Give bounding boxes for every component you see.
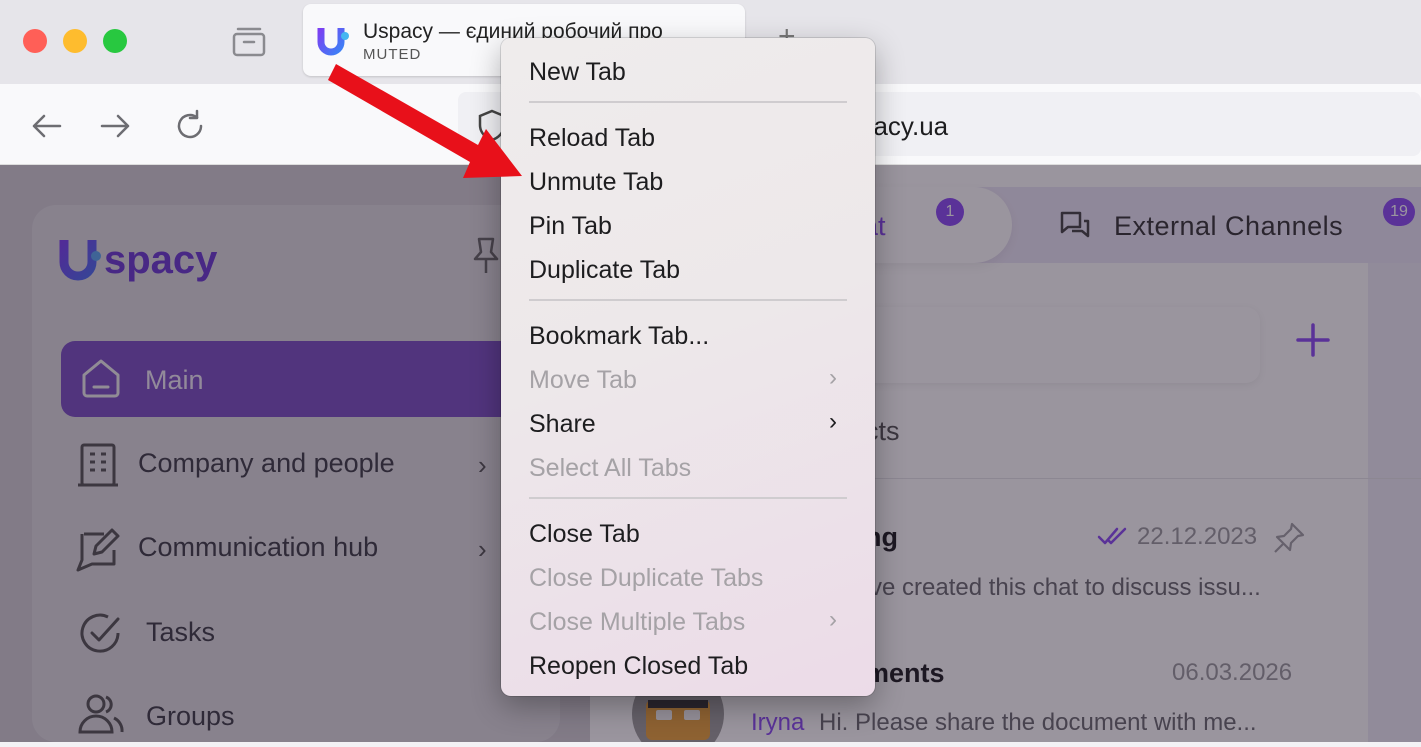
menu-item-duplicate-tab[interactable]: Duplicate Tab — [529, 256, 680, 285]
menu-item-select-all-tabs: Select All Tabs — [529, 454, 692, 482]
menu-item-pin-tab[interactable]: Pin Tab — [529, 212, 612, 241]
tab-muted-label: MUTED — [363, 46, 422, 63]
chevron-right-icon: › — [829, 408, 837, 435]
chevron-right-icon: › — [829, 364, 837, 391]
tab-context-menu: New Tab Reload Tab Unmute Tab Pin Tab Du… — [501, 38, 875, 696]
tab-overview-icon[interactable] — [231, 26, 267, 63]
menu-item-move-tab: Move Tab — [529, 366, 637, 394]
menu-separator — [529, 299, 847, 301]
menu-item-bookmark-tab[interactable]: Bookmark Tab... — [529, 322, 709, 351]
menu-item-unmute-tab[interactable]: Unmute Tab — [529, 168, 663, 197]
menu-item-share[interactable]: Share — [529, 410, 596, 439]
reload-icon[interactable] — [172, 108, 208, 149]
menu-item-close-multiple-tabs: Close Multiple Tabs — [529, 608, 746, 636]
close-window-button[interactable] — [23, 29, 47, 53]
chevron-right-icon: › — [829, 606, 837, 633]
menu-item-reload-tab[interactable]: Reload Tab — [529, 124, 655, 153]
menu-separator — [529, 497, 847, 499]
zoom-window-button[interactable] — [103, 29, 127, 53]
back-arrow-icon[interactable] — [28, 108, 64, 149]
minimize-window-button[interactable] — [63, 29, 87, 53]
menu-item-close-duplicate-tabs: Close Duplicate Tabs — [529, 564, 764, 592]
forward-arrow-icon[interactable] — [98, 108, 134, 149]
menu-item-new-tab[interactable]: New Tab — [529, 58, 626, 87]
menu-item-close-tab[interactable]: Close Tab — [529, 520, 640, 549]
uspacy-favicon-icon — [317, 24, 351, 63]
menu-separator — [529, 101, 847, 103]
menu-item-reopen-closed-tab[interactable]: Reopen Closed Tab — [529, 652, 748, 681]
